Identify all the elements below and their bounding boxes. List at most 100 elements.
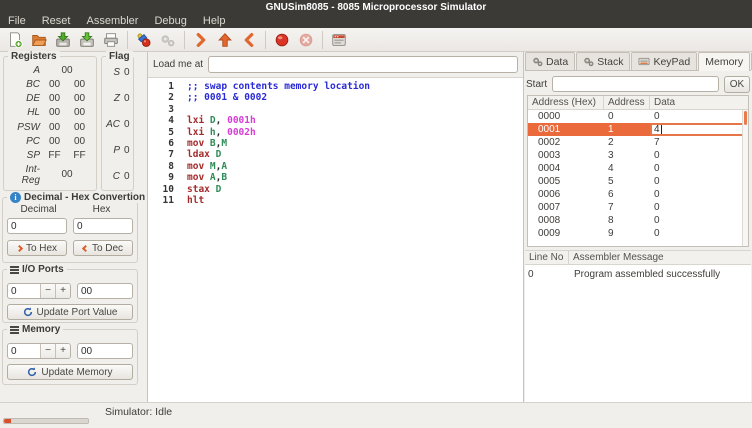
decimal-input[interactable] bbox=[7, 218, 67, 234]
register-values: 00 bbox=[42, 65, 92, 76]
step-back-button[interactable] bbox=[238, 29, 260, 51]
simulator-status: Simulator: Idle bbox=[105, 406, 172, 418]
code-token: D bbox=[216, 149, 222, 160]
start-input[interactable] bbox=[552, 76, 719, 92]
data-edit-input[interactable]: 4 bbox=[650, 123, 748, 136]
new-file-button[interactable] bbox=[4, 29, 26, 51]
run-button[interactable] bbox=[214, 29, 236, 51]
memory-table-scrollbar[interactable] bbox=[742, 110, 748, 246]
assemble-button[interactable] bbox=[133, 29, 155, 51]
chevron-left-icon bbox=[240, 31, 258, 49]
assembler-message-header: Line No Assembler Message bbox=[525, 250, 751, 265]
table-row[interactable]: 000114 bbox=[528, 123, 748, 136]
convertion-frame: i Decimal - Hex Convertion Decimal Hex T… bbox=[2, 197, 138, 263]
table-row[interactable]: 000770 bbox=[528, 201, 748, 214]
flag-row: Z0 bbox=[105, 93, 130, 104]
step-forward-button[interactable] bbox=[190, 29, 212, 51]
save-button[interactable] bbox=[52, 29, 74, 51]
table-row[interactable]: 000880 bbox=[528, 214, 748, 227]
register-name: A bbox=[8, 65, 42, 76]
update-memory-button[interactable]: Update Memory bbox=[7, 364, 133, 380]
to-dec-button[interactable]: To Dec bbox=[73, 240, 133, 256]
column-assembler-message[interactable]: Assembler Message bbox=[569, 251, 751, 264]
port-value-input[interactable] bbox=[77, 283, 133, 299]
table-row[interactable]: 000550 bbox=[528, 175, 748, 188]
tab-keypad[interactable]: KeyPad bbox=[631, 52, 697, 70]
port-number-value[interactable]: 0 bbox=[8, 284, 40, 298]
keyboard-icon bbox=[638, 56, 650, 67]
memory-address-value[interactable]: 0 bbox=[8, 344, 40, 358]
to-hex-button[interactable]: To Hex bbox=[7, 240, 67, 256]
keypad-button[interactable] bbox=[328, 29, 350, 51]
tab-data[interactable]: Data bbox=[525, 52, 575, 70]
line-number: 3 bbox=[148, 104, 174, 115]
register-row: A00 bbox=[8, 65, 92, 76]
memory-address-stepper: 0 − + bbox=[7, 343, 71, 359]
ok-button[interactable]: OK bbox=[724, 76, 750, 93]
flag-row: S0 bbox=[105, 67, 130, 78]
menu-debug[interactable]: Debug bbox=[154, 15, 186, 28]
list-icon bbox=[10, 266, 19, 274]
register-name: DE bbox=[8, 93, 42, 104]
open-folder-icon bbox=[30, 31, 48, 49]
column-address[interactable]: Address bbox=[604, 96, 650, 109]
update-port-button[interactable]: Update Port Value bbox=[7, 304, 133, 320]
table-row[interactable]: 000330 bbox=[528, 149, 748, 162]
tab-memory[interactable]: Memory bbox=[698, 52, 750, 71]
load-me-at-input[interactable] bbox=[208, 56, 518, 73]
save-as-button[interactable] bbox=[76, 29, 98, 51]
menu-file[interactable]: File bbox=[8, 15, 26, 28]
menu-reset[interactable]: Reset bbox=[42, 15, 71, 28]
menu-assembler[interactable]: Assembler bbox=[86, 15, 138, 28]
cell-address: 3 bbox=[604, 150, 650, 161]
table-row[interactable]: 000000 bbox=[528, 110, 748, 123]
line-number: 10 bbox=[148, 184, 174, 195]
register-name: SP bbox=[8, 150, 42, 161]
table-row[interactable]: 000990 bbox=[528, 227, 748, 240]
menu-help[interactable]: Help bbox=[203, 15, 226, 28]
refresh-icon bbox=[27, 367, 37, 377]
io-ports-frame: I/O Ports 0 − + Update Port Value bbox=[2, 269, 138, 323]
open-button[interactable] bbox=[28, 29, 50, 51]
config-button[interactable] bbox=[157, 29, 179, 51]
stop-button[interactable] bbox=[295, 29, 317, 51]
hex-input[interactable] bbox=[73, 218, 133, 234]
port-plus-button[interactable]: + bbox=[55, 284, 70, 298]
memory-value-input[interactable] bbox=[77, 343, 133, 359]
column-line-no[interactable]: Line No bbox=[525, 251, 569, 264]
cell-address: 1 bbox=[604, 124, 650, 135]
scrollbar-thumb[interactable] bbox=[744, 111, 747, 125]
right-panel: Data Stack KeyPad Memory I/O Ports bbox=[524, 52, 752, 402]
code-editor[interactable]: 1;; swap contents memory location2;; 000… bbox=[148, 78, 523, 402]
flag-frame: Flag S0Z0AC0P0C0 bbox=[101, 56, 134, 191]
save-icon bbox=[54, 31, 72, 49]
table-row[interactable]: 000660 bbox=[528, 188, 748, 201]
flag-rows: S0Z0AC0P0C0 bbox=[105, 67, 130, 182]
register-values: 0000 bbox=[42, 93, 92, 104]
tab-stack[interactable]: Stack bbox=[576, 52, 630, 70]
table-row[interactable]: 000227 bbox=[528, 136, 748, 149]
line-number: 7 bbox=[148, 149, 174, 160]
save-as-icon bbox=[78, 31, 96, 49]
memory-plus-button[interactable]: + bbox=[55, 344, 70, 358]
print-button[interactable] bbox=[100, 29, 122, 51]
line-number: 1 bbox=[148, 81, 174, 92]
code-token: mov bbox=[187, 138, 204, 149]
assembler-message-row[interactable]: 0 Program assembled successfully bbox=[525, 265, 751, 280]
register-name: PSW bbox=[8, 122, 42, 133]
line-text: ldax D bbox=[174, 149, 221, 160]
port-minus-button[interactable]: − bbox=[40, 284, 55, 298]
table-row[interactable]: 000440 bbox=[528, 162, 748, 175]
flag-value: 0 bbox=[124, 93, 130, 104]
record-button[interactable] bbox=[271, 29, 293, 51]
cell-address: 7 bbox=[604, 202, 650, 213]
column-data[interactable]: Data bbox=[650, 96, 748, 109]
flag-name: C bbox=[105, 171, 120, 182]
cell-data: 0 bbox=[650, 163, 748, 174]
registers-rows: A00BC0000DE0000HL0000PSW0000PC0000SPFFFF… bbox=[8, 65, 92, 186]
cell-address-hex: 0007 bbox=[528, 202, 604, 213]
column-address-hex[interactable]: Address (Hex) bbox=[528, 96, 604, 109]
code-line: 5lxi h, 0002h bbox=[148, 127, 523, 138]
flag-value: 0 bbox=[124, 145, 130, 156]
memory-minus-button[interactable]: − bbox=[40, 344, 55, 358]
